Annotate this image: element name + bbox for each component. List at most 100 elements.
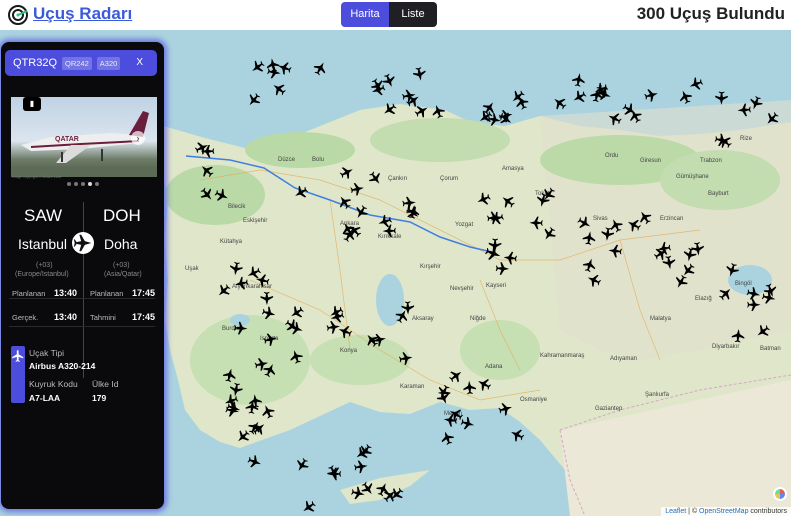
- aircraft-marker-icon[interactable]: [656, 241, 671, 256]
- aircraft-marker-icon[interactable]: [254, 273, 270, 288]
- aircraft-marker-icon[interactable]: [338, 164, 356, 181]
- aircraft-marker-icon[interactable]: [229, 261, 244, 276]
- aircraft-marker-icon[interactable]: [747, 298, 761, 312]
- aircraft-marker-icon[interactable]: [263, 332, 279, 347]
- aircraft-marker-icon[interactable]: [222, 367, 237, 383]
- aircraft-marker-icon[interactable]: [283, 317, 301, 335]
- photo-dot[interactable]: [81, 182, 85, 186]
- aircraft-marker-icon[interactable]: [288, 348, 304, 365]
- aircraft-marker-icon[interactable]: [737, 103, 751, 117]
- aircraft-marker-icon[interactable]: [636, 208, 654, 226]
- aircraft-marker-icon[interactable]: [250, 419, 268, 437]
- aircraft-marker-icon[interactable]: [288, 304, 306, 322]
- aircraft-marker-icon[interactable]: [354, 459, 369, 474]
- layer-toggle-icon[interactable]: [773, 487, 787, 501]
- aircraft-marker-icon[interactable]: [601, 227, 615, 242]
- camera-icon[interactable]: ▮: [23, 97, 41, 111]
- aircraft-marker-icon[interactable]: [248, 58, 266, 76]
- aircraft-marker-icon[interactable]: [724, 262, 740, 279]
- aircraft-marker-icon[interactable]: [404, 91, 422, 109]
- aircraft-marker-icon[interactable]: [754, 322, 772, 340]
- aircraft-marker-icon[interactable]: [336, 193, 354, 211]
- aircraft-marker-icon[interactable]: [382, 224, 396, 238]
- aircraft-marker-icon[interactable]: [234, 321, 248, 335]
- aircraft-marker-icon[interactable]: [540, 225, 558, 243]
- aircraft-marker-icon[interactable]: [498, 108, 514, 124]
- aircraft-marker-icon[interactable]: [475, 375, 493, 392]
- photo-dot[interactable]: [95, 182, 99, 186]
- aircraft-marker-icon[interactable]: [327, 467, 342, 481]
- aircraft-marker-icon[interactable]: [439, 429, 455, 446]
- photo-dot-active[interactable]: [88, 182, 92, 186]
- aircraft-marker-icon[interactable]: [508, 426, 525, 443]
- close-button[interactable]: X: [136, 57, 143, 68]
- aircraft-marker-icon[interactable]: [763, 110, 781, 128]
- aircraft-marker-icon[interactable]: [677, 88, 694, 105]
- aircraft-marker-icon[interactable]: [293, 456, 311, 474]
- aircraft-marker-icon[interactable]: [463, 380, 477, 395]
- aircraft-marker-icon[interactable]: [596, 86, 613, 103]
- aircraft-marker-icon[interactable]: [261, 305, 277, 321]
- aircraft-marker-icon[interactable]: [509, 88, 527, 106]
- aircraft-marker-icon[interactable]: [662, 255, 677, 270]
- aircraft-marker-icon[interactable]: [245, 91, 263, 109]
- aircraft-marker-icon[interactable]: [356, 442, 374, 460]
- photo-dot[interactable]: [67, 182, 71, 186]
- photo-pagination[interactable]: [67, 182, 99, 186]
- aircraft-marker-icon[interactable]: [234, 428, 252, 446]
- aircraft-marker-icon[interactable]: [326, 320, 341, 334]
- aircraft-marker-icon[interactable]: [503, 251, 518, 265]
- aircraft-marker-icon[interactable]: [582, 257, 598, 274]
- aircraft-marker-icon[interactable]: [731, 328, 745, 343]
- aircraft-marker-icon[interactable]: [746, 286, 762, 301]
- aircraft-marker-icon[interactable]: [366, 169, 384, 187]
- aircraft-marker-icon[interactable]: [672, 273, 689, 291]
- aircraft-marker-icon[interactable]: [260, 403, 277, 420]
- osm-link[interactable]: OpenStreetMap: [699, 508, 748, 515]
- aircraft-marker-icon[interactable]: [336, 323, 353, 340]
- aircraft-marker-icon[interactable]: [198, 162, 216, 180]
- aircraft-marker-icon[interactable]: [497, 401, 513, 417]
- aircraft-marker-icon[interactable]: [582, 230, 597, 245]
- aircraft-marker-icon[interactable]: [576, 214, 594, 232]
- map-view-button[interactable]: Harita: [341, 2, 389, 27]
- aircraft-marker-icon[interactable]: [412, 66, 427, 81]
- aircraft-marker-icon[interactable]: [215, 282, 233, 300]
- aircraft-marker-icon[interactable]: [679, 261, 697, 279]
- selected-aircraft-icon[interactable]: [484, 244, 503, 263]
- aircraft-marker-icon[interactable]: [350, 182, 365, 197]
- aircraft-marker-icon[interactable]: [716, 284, 734, 302]
- aircraft-marker-icon[interactable]: [213, 187, 230, 204]
- aircraft-marker-icon[interactable]: [352, 203, 370, 221]
- aircraft-marker-icon[interactable]: [246, 454, 263, 470]
- aircraft-marker-icon[interactable]: [495, 262, 510, 275]
- aircraft-marker-icon[interactable]: [300, 498, 318, 516]
- aircraft-marker-icon[interactable]: [571, 72, 586, 87]
- leaflet-link[interactable]: Leaflet: [665, 508, 686, 515]
- aircraft-marker-icon[interactable]: [607, 217, 624, 234]
- aircraft-marker-icon[interactable]: [350, 486, 366, 501]
- aircraft-marker-icon[interactable]: [198, 185, 216, 203]
- next-photo-icon[interactable]: ›: [131, 131, 145, 145]
- aircraft-marker-icon[interactable]: [475, 191, 492, 208]
- aircraft-marker-icon[interactable]: [529, 216, 543, 230]
- aircraft-marker-icon[interactable]: [398, 351, 413, 366]
- aircraft-marker-icon[interactable]: [585, 272, 602, 289]
- aircraft-marker-icon[interactable]: [430, 103, 446, 120]
- aircraft-marker-icon[interactable]: [715, 91, 728, 105]
- aircraft-marker-icon[interactable]: [270, 80, 288, 98]
- aircraft-marker-icon[interactable]: [499, 192, 517, 210]
- aircraft-marker-icon[interactable]: [359, 480, 377, 498]
- aircraft-marker-icon[interactable]: [447, 367, 465, 385]
- aircraft-marker-icon[interactable]: [260, 291, 274, 306]
- aircraft-marker-icon[interactable]: [687, 76, 704, 93]
- aircraft-marker-icon[interactable]: [266, 57, 281, 72]
- aircraft-marker-icon[interactable]: [380, 101, 398, 119]
- brand-link[interactable]: Uçuş Radarı: [33, 4, 132, 24]
- aircraft-marker-icon[interactable]: [643, 87, 659, 103]
- aircraft-marker-icon[interactable]: [234, 276, 249, 291]
- aircraft-marker-icon[interactable]: [716, 132, 734, 150]
- aircraft-marker-icon[interactable]: [292, 184, 310, 202]
- photo-dot[interactable]: [74, 182, 78, 186]
- aircraft-marker-icon[interactable]: [625, 216, 643, 233]
